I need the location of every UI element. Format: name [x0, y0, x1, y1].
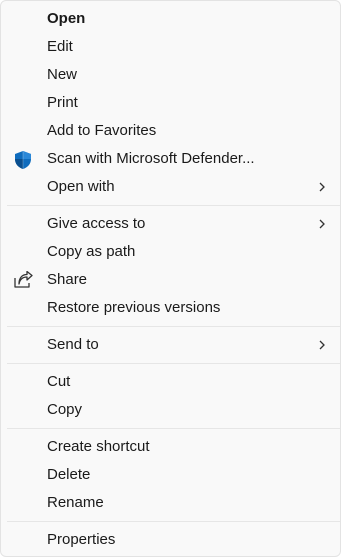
defender-shield-icon: [13, 150, 33, 169]
menu-separator: [7, 326, 340, 327]
menu-separator: [7, 521, 340, 522]
menu-item-delete[interactable]: Delete: [1, 461, 340, 489]
menu-item-label: Copy: [47, 401, 83, 418]
menu-separator: [7, 205, 340, 206]
menu-item-label: Give access to: [47, 215, 146, 232]
menu-item-print[interactable]: Print: [1, 89, 340, 117]
menu-item-label: Share: [47, 271, 88, 288]
menu-item-edit[interactable]: Edit: [1, 33, 340, 61]
chevron-right-icon: [318, 182, 326, 192]
menu-item-create-shortcut[interactable]: Create shortcut: [1, 433, 340, 461]
menu-item-open[interactable]: Open: [1, 5, 340, 33]
menu-item-label: Send to: [47, 336, 99, 353]
menu-item-label: Copy as path: [47, 243, 136, 260]
menu-item-restore-previous-versions[interactable]: Restore previous versions: [1, 294, 340, 322]
menu-item-scan-defender[interactable]: Scan with Microsoft Defender...: [1, 145, 340, 173]
menu-item-label: Add to Favorites: [47, 122, 157, 139]
menu-item-properties[interactable]: Properties: [1, 526, 340, 554]
menu-item-label: Restore previous versions: [47, 299, 221, 316]
menu-item-label: Create shortcut: [47, 438, 150, 455]
menu-item-label: Open with: [47, 178, 115, 195]
menu-item-send-to[interactable]: Send to: [1, 331, 340, 359]
menu-separator: [7, 363, 340, 364]
chevron-right-icon: [318, 340, 326, 350]
menu-separator: [7, 428, 340, 429]
menu-item-cut[interactable]: Cut: [1, 368, 340, 396]
menu-item-label: Delete: [47, 466, 91, 483]
menu-item-new[interactable]: New: [1, 61, 340, 89]
share-icon: [13, 270, 33, 289]
menu-item-label: Edit: [47, 38, 73, 55]
menu-item-label: New: [47, 66, 78, 83]
menu-item-label: Rename: [47, 494, 104, 511]
context-menu: Open Edit New Print Add to Favorites Sca…: [0, 0, 341, 557]
menu-item-add-to-favorites[interactable]: Add to Favorites: [1, 117, 340, 145]
menu-item-label: Cut: [47, 373, 71, 390]
menu-item-label: Open: [47, 10, 86, 27]
menu-item-give-access[interactable]: Give access to: [1, 210, 340, 238]
menu-item-copy-as-path[interactable]: Copy as path: [1, 238, 340, 266]
menu-item-copy[interactable]: Copy: [1, 396, 340, 424]
menu-item-open-with[interactable]: Open with: [1, 173, 340, 201]
menu-item-share[interactable]: Share: [1, 266, 340, 294]
menu-item-label: Print: [47, 94, 78, 111]
menu-item-rename[interactable]: Rename: [1, 489, 340, 517]
menu-item-label: Properties: [47, 531, 116, 548]
menu-item-label: Scan with Microsoft Defender...: [47, 150, 255, 167]
chevron-right-icon: [318, 219, 326, 229]
